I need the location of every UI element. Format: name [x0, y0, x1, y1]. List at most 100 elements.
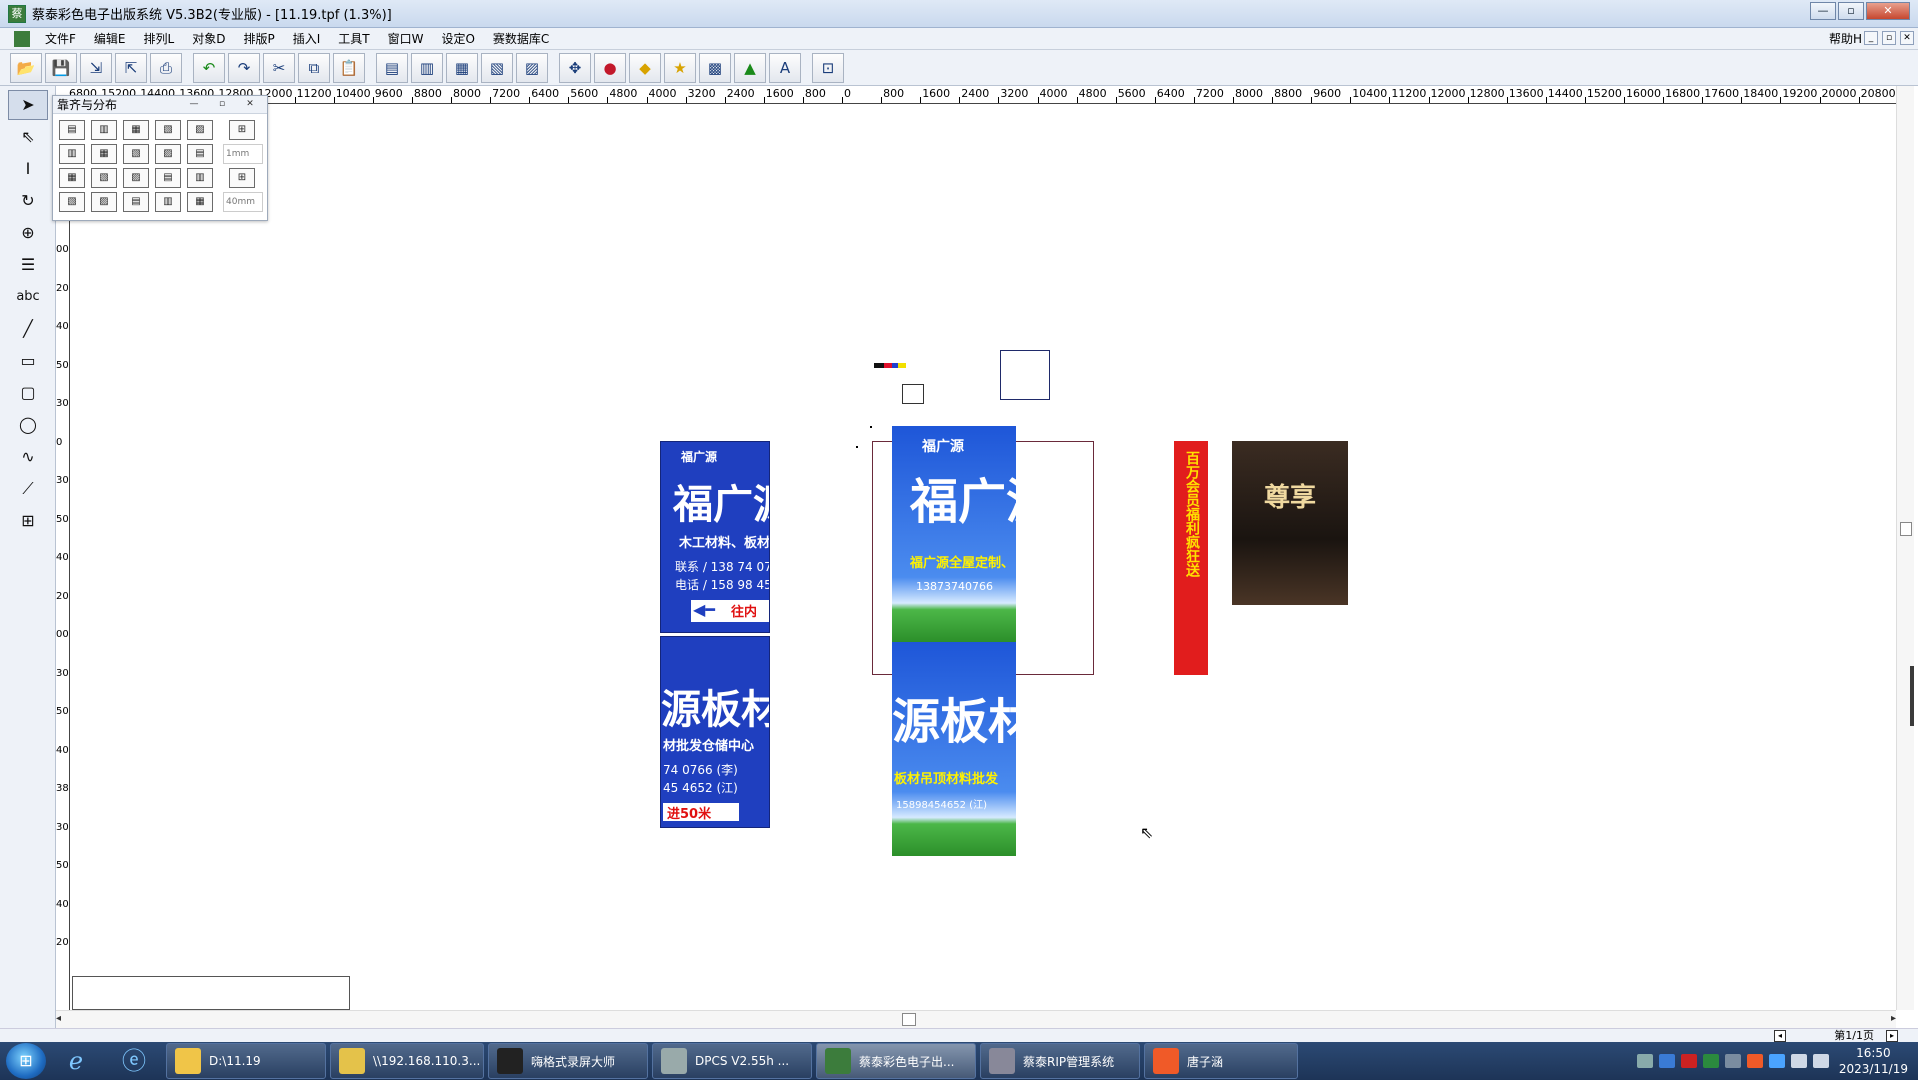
side-grip[interactable] [1910, 666, 1914, 726]
zoom-icon[interactable]: ⊕ [8, 218, 48, 248]
menu-help[interactable]: 帮助H [1829, 28, 1862, 50]
rectangle-icon[interactable]: ▭ [8, 346, 48, 376]
layer3-icon[interactable]: ▦ [446, 52, 478, 83]
copy-icon[interactable]: ⧉ [298, 52, 330, 83]
preview-icon[interactable]: ⊡ [812, 52, 844, 83]
color-icon[interactable]: ● [594, 52, 626, 83]
export-icon[interactable]: ⇱ [115, 52, 147, 83]
align-option-button[interactable]: ▧ [59, 192, 85, 212]
align-option-button[interactable]: ▦ [187, 192, 213, 212]
print-icon[interactable]: ⎙ [150, 52, 182, 83]
align-option-button[interactable]: ▥ [59, 144, 85, 164]
panel-restore-button[interactable]: ▫ [209, 97, 235, 111]
star-icon[interactable]: ★ [664, 52, 696, 83]
menu-tools[interactable]: 工具T [329, 28, 378, 50]
start-button[interactable]: ⊞ [6, 1043, 46, 1079]
align-option-button[interactable]: ▦ [59, 168, 85, 188]
browser-icon[interactable]: ⓔ [108, 1043, 160, 1079]
taskbar-item[interactable]: DPCS V2.55h ... [652, 1043, 812, 1079]
menu-edit[interactable]: 编辑E [85, 28, 135, 50]
taskbar-item[interactable]: 唐子涵 [1144, 1043, 1298, 1079]
photo-artwork-bottom[interactable]: 源板材 板材吊顶材料批发 15898454652 (江) [892, 642, 1016, 856]
table-icon[interactable]: ⊞ [8, 506, 48, 536]
align-option-button[interactable]: ▨ [123, 168, 149, 188]
volume-icon[interactable] [1790, 1054, 1807, 1068]
menu-database[interactable]: 赛数据库C [484, 28, 558, 50]
vertical-scroll-thumb[interactable] [1900, 522, 1912, 536]
align-option-button[interactable]: ▧ [123, 144, 149, 164]
ellipse-icon[interactable]: ◯ [8, 410, 48, 440]
align-option-button[interactable]: ▧ [91, 168, 117, 188]
align-option-button[interactable]: ▥ [91, 120, 117, 140]
align-option-button[interactable]: ▦ [123, 120, 149, 140]
line-icon[interactable]: ╱ [8, 314, 48, 344]
panel-minimize-button[interactable]: — [181, 97, 207, 111]
photo-artwork-top[interactable]: 福广源 福广源 福广源全屋定制、 13873740766 [892, 426, 1016, 642]
pointer-icon[interactable]: ➤ [8, 90, 48, 120]
sign-artwork-bottom[interactable]: 源板材 材批发仓储中心 74 0766 (李) 45 4652 (江) 进50米 [660, 636, 770, 828]
chart-icon[interactable]: ▲ [734, 52, 766, 83]
minimize-button[interactable]: — [1810, 2, 1836, 20]
text-cursor-icon[interactable]: I [8, 154, 48, 184]
layer4-icon[interactable]: ▧ [481, 52, 513, 83]
scroll-right-icon[interactable]: ▸ [1891, 1011, 1896, 1027]
save-icon[interactable]: 💾 [45, 52, 77, 83]
menu-layout[interactable]: 排版P [234, 28, 283, 50]
align-option-button[interactable]: ▦ [91, 144, 117, 164]
taskbar-item[interactable]: 蔡泰彩色电子出... [816, 1043, 976, 1079]
menu-settings[interactable]: 设定O [432, 28, 483, 50]
printer-tray-icon[interactable] [1724, 1054, 1741, 1068]
rounded-rect-icon[interactable]: ▢ [8, 378, 48, 408]
layer5-icon[interactable]: ▨ [516, 52, 548, 83]
layer1-icon[interactable]: ▤ [376, 52, 408, 83]
align-apply-button[interactable]: ⊞ [229, 120, 255, 140]
palette-icon[interactable]: ◆ [629, 52, 661, 83]
network-icon[interactable] [1812, 1054, 1829, 1068]
close-button[interactable]: ✕ [1866, 2, 1910, 20]
menu-file[interactable]: 文件F [36, 28, 85, 50]
horizontal-scroll-thumb[interactable] [902, 1013, 916, 1026]
redo-icon[interactable]: ↷ [228, 52, 260, 83]
maximize-button[interactable]: ▫ [1838, 2, 1864, 20]
mdi-restore-button[interactable]: ▫ [1882, 31, 1896, 45]
taskbar-item[interactable]: 嗨格式录屏大师 [488, 1043, 648, 1079]
vertical-scrollbar[interactable] [1896, 86, 1914, 1010]
abc-text-icon[interactable]: abc [8, 282, 48, 312]
align-option-button[interactable]: ▨ [155, 144, 181, 164]
chat-tray-icon[interactable] [1746, 1054, 1763, 1068]
align-option-button[interactable]: ▨ [91, 192, 117, 212]
paste-icon[interactable]: 📋 [333, 52, 365, 83]
shield-icon[interactable] [1768, 1054, 1785, 1068]
security-icon[interactable] [1702, 1054, 1719, 1068]
move-icon[interactable]: ✥ [559, 52, 591, 83]
mdi-close-button[interactable]: ✕ [1900, 31, 1914, 45]
red-banner[interactable]: 百万会员福利疯狂送 [1174, 441, 1208, 675]
usb-icon[interactable] [1658, 1054, 1675, 1068]
menu-window[interactable]: 窗口W [379, 28, 433, 50]
clock[interactable]: 16:50 2023/11/19 [1839, 1045, 1908, 1077]
gap-input[interactable]: 1mm [223, 144, 263, 164]
gap-input[interactable]: 40mm [223, 192, 263, 212]
taskbar-item[interactable]: 蔡泰RIP管理系统 [980, 1043, 1140, 1079]
menu-arrange[interactable]: 排列L [135, 28, 184, 50]
align-option-button[interactable]: ▥ [187, 168, 213, 188]
horizontal-scrollbar[interactable]: ◂ ▸ [56, 1010, 1896, 1028]
undo-icon[interactable]: ↶ [193, 52, 225, 83]
small-square[interactable] [902, 384, 924, 404]
sign-artwork-top[interactable]: 福广源 福广源 木工材料、板材 联系 / 138 74 0766 电话 / 15… [660, 441, 770, 633]
next-page-button[interactable]: ▸ [1886, 1030, 1898, 1042]
align-apply-button[interactable]: ⊞ [229, 168, 255, 188]
prev-page-button[interactable]: ◂ [1774, 1030, 1786, 1042]
curve-icon[interactable]: ∿ [8, 442, 48, 472]
empty-frame[interactable] [72, 976, 350, 1010]
panel-close-button[interactable]: ✕ [237, 97, 263, 111]
menu-insert[interactable]: 插入I [284, 28, 330, 50]
mdi-minimize-button[interactable]: _ [1864, 31, 1878, 45]
dark-poster[interactable]: 尊享 [1232, 441, 1348, 605]
align-option-button[interactable]: ▨ [187, 120, 213, 140]
align-option-button[interactable]: ▤ [187, 144, 213, 164]
open-icon[interactable]: 📂 [10, 52, 42, 83]
text-tool-icon[interactable]: A [769, 52, 801, 83]
record-icon[interactable] [1680, 1054, 1697, 1068]
layer2-icon[interactable]: ▥ [411, 52, 443, 83]
